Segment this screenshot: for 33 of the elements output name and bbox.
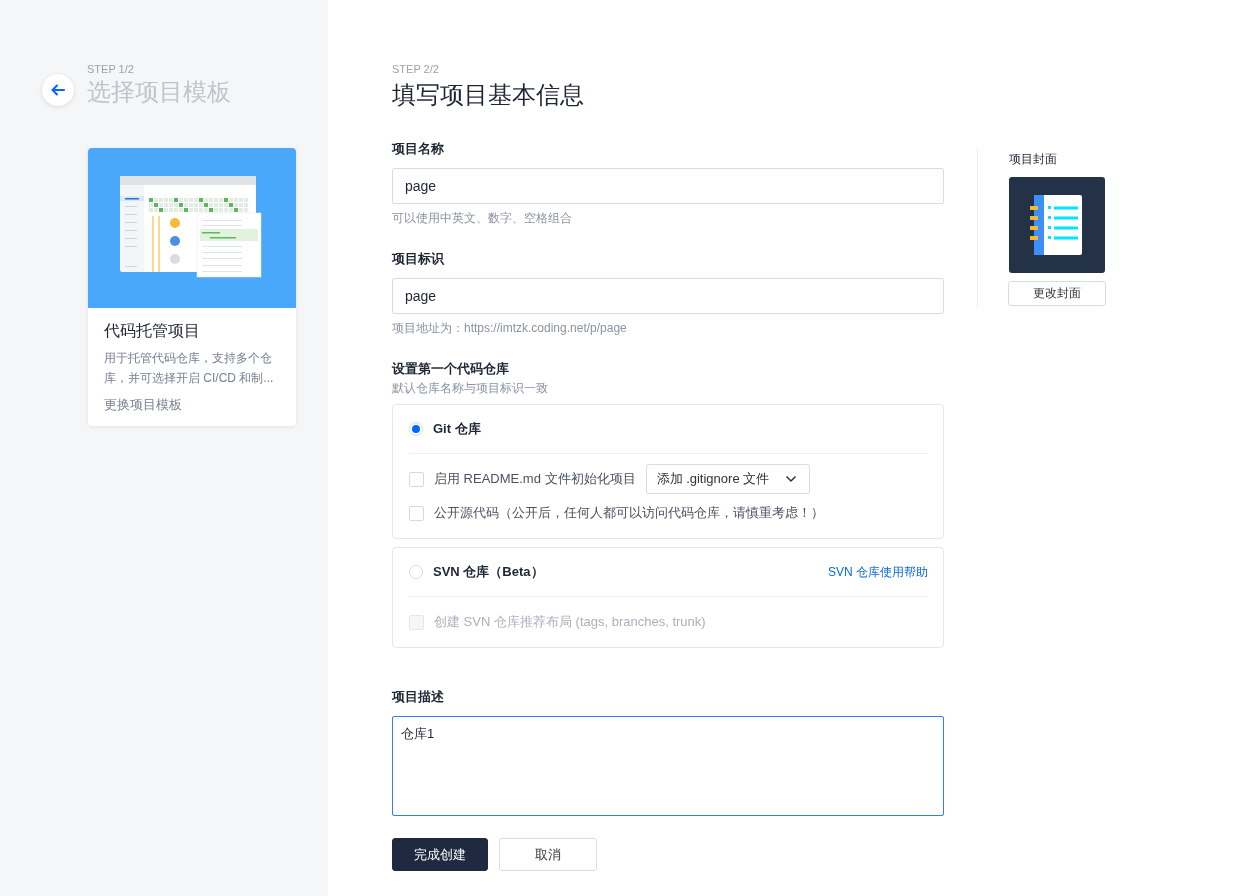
field-hint: 可以使用中英文、数字、空格组合 (392, 210, 573, 226)
form-title: 填写项目基本信息 (392, 80, 585, 110)
back-button[interactable] (42, 74, 74, 106)
cancel-button[interactable]: 取消 (499, 838, 597, 871)
step-label: STEP 1/2 (87, 62, 135, 76)
section-hint: 默认仓库名称与项目标识一致 (392, 380, 549, 396)
checkbox-label: 创建 SVN 仓库推荐布局 (tags, branches, trunk) (434, 613, 706, 631)
text-field[interactable]: page (392, 168, 944, 204)
field-label: 项目描述 (392, 688, 445, 706)
field-label: 项目标识 (392, 250, 445, 268)
checkbox[interactable] (409, 505, 424, 521)
back-arrow-icon (51, 84, 65, 96)
template-description: 用于托管代码仓库，支持多个仓库，并可选择开启 CI/CD 和制... (104, 350, 275, 387)
field-hint: 项目地址为：https://imtzk.coding.net/p/page (392, 320, 628, 336)
repository-type-label: Git 仓库 (433, 420, 481, 438)
chevron-down-icon (785, 475, 798, 483)
text-field[interactable]: page (392, 278, 944, 314)
checkbox[interactable] (409, 471, 424, 487)
section-label: 设置第一个代码仓库 (392, 360, 510, 378)
gitignore-dropdown[interactable]: 添加 .gitignore 文件 (645, 464, 811, 494)
step-label: STEP 2/2 (392, 62, 440, 76)
create-button[interactable]: 完成创建 (392, 838, 488, 871)
cover-label: 项目封面 (1009, 151, 1057, 168)
description-textarea[interactable]: 仓库1 (392, 716, 944, 816)
notebook-icon (1030, 193, 1084, 257)
help-link[interactable]: SVN 仓库使用帮助 (828, 563, 928, 581)
change-cover-button[interactable]: 更改封面 (1008, 281, 1106, 306)
checkbox-label: 启用 README.md 文件初始化项目 (434, 470, 636, 488)
field-label: 项目名称 (392, 140, 445, 158)
template-title: 代码托管项目 (104, 321, 201, 341)
change-template-link[interactable]: 更换项目模板 (104, 396, 280, 414)
repository-type-label: SVN 仓库（Beta） (433, 563, 544, 581)
checkbox-label: 公开源代码（公开后，任何人都可以访问代码仓库，请慎重考虑！） (434, 504, 824, 522)
